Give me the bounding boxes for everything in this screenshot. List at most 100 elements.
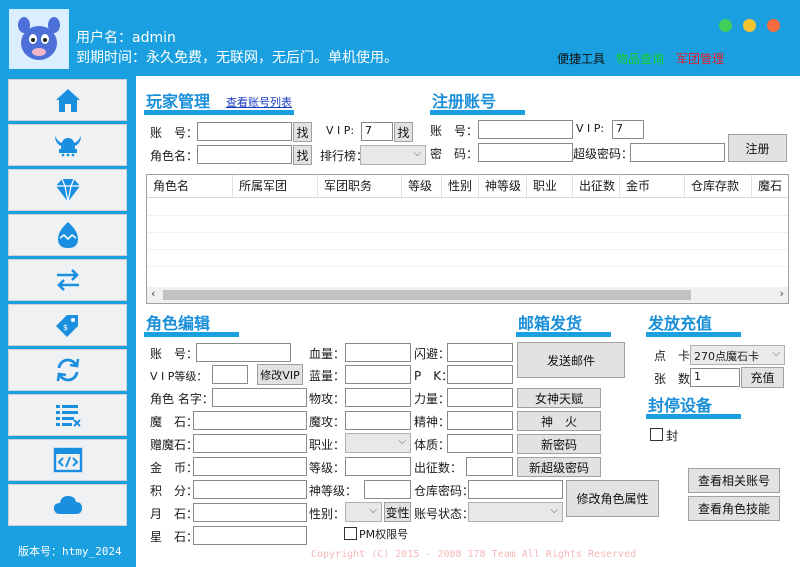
account-status-select[interactable]: ⌵ [468,502,563,522]
class-select[interactable]: ⌵ [345,433,411,453]
sidebar-item-egg[interactable] [8,214,127,256]
vip-input[interactable]: 7 [361,122,393,141]
minimize-button[interactable] [743,19,756,32]
recharge-button[interactable]: 充值 [741,367,784,388]
role-name-edit-input[interactable] [212,388,307,407]
item-query-link[interactable]: 物品查询 [616,50,664,67]
avatar[interactable] [9,9,69,69]
diamond-icon [55,178,80,203]
constitution-input[interactable] [447,434,513,453]
find-vip-button[interactable]: 找 [394,122,413,142]
mp-input[interactable] [345,365,411,384]
ban-checkbox[interactable] [650,428,663,441]
change-gender-button[interactable]: 变性 [384,502,411,522]
spirit-input[interactable] [447,411,513,430]
col-magic-stone[interactable]: 魔石 [752,175,788,198]
horizontal-scrollbar[interactable]: ‹ › [147,287,788,303]
sidebar-item-list[interactable] [8,394,127,436]
tools-link[interactable]: 便捷工具 [557,50,605,67]
new-super-password-button[interactable]: 新超级密码 [517,457,601,477]
rank-select[interactable]: ⌵ [360,145,426,165]
gold-input[interactable] [193,457,307,476]
col-level[interactable]: 等级 [402,175,442,198]
player-manage-title: 玩家管理 [146,92,211,111]
register-vip-input[interactable]: 7 [612,120,644,139]
scroll-right-icon[interactable]: › [780,287,784,300]
header-bar: 用户名：admin 到期时间：永久免费，无联网，无后门。单机使用。 便捷工具 物… [0,0,800,76]
moon-stone-label: 月 石： [150,507,199,521]
list-icon [55,405,81,427]
gender-select[interactable]: ⌵ [345,502,382,522]
moon-stone-input[interactable] [193,503,307,522]
class-label: 职业： [309,438,346,452]
card-select[interactable]: 270点魔石卡 ⌵ [690,345,785,365]
account-input[interactable] [197,122,292,141]
expedition-input[interactable] [466,457,513,476]
player-table[interactable]: 角色名 所属军团 军团职务 等级 性别 神等级 职业 出征数 金币 仓库存款 魔… [146,174,789,304]
register-account-label: 账 号： [430,124,479,138]
magic-stone-input[interactable] [193,411,307,430]
register-password-label: 密 码： [430,147,479,161]
view-account-list-link[interactable]: 查看账号列表 [226,94,292,110]
egg-icon [57,222,78,248]
view-related-accounts-button[interactable]: 查看相关账号 [688,468,780,493]
super-password-input[interactable] [630,143,725,162]
storage-password-label: 仓库密码： [414,484,475,498]
level-input[interactable] [345,457,411,476]
register-button[interactable]: 注册 [728,134,787,162]
sidebar-item-cloud[interactable] [8,484,127,526]
scroll-left-icon[interactable]: ‹ [151,287,155,300]
hp-input[interactable] [345,343,411,362]
pk-input[interactable] [447,365,513,384]
table-row [147,266,788,267]
legion-manage-link[interactable]: 军团管理 [676,50,724,67]
col-gold[interactable]: 金币 [620,175,685,198]
close-button[interactable] [767,19,780,32]
magic-atk-input[interactable] [345,411,411,430]
col-god-level[interactable]: 神等级 [479,175,527,198]
scrollbar-thumb[interactable] [163,290,691,300]
maximize-button[interactable] [719,19,732,32]
sidebar-item-home[interactable] [8,79,127,121]
col-legion-role[interactable]: 军团职务 [318,175,402,198]
strength-input[interactable] [447,388,513,407]
view-role-skills-button[interactable]: 查看角色技能 [688,496,780,521]
new-password-button[interactable]: 新密码 [517,434,601,454]
find-role-button[interactable]: 找 [293,145,312,165]
col-role-name[interactable]: 角色名 [147,175,233,198]
sidebar-item-tag[interactable]: $ [8,304,127,346]
god-level-input[interactable] [364,480,411,499]
register-account-input[interactable] [478,120,573,139]
account-status-label: 账号状态： [414,507,475,521]
sidebar-item-diamond[interactable] [8,169,127,211]
sidebar-item-transfer[interactable] [8,259,127,301]
points-input[interactable] [193,480,307,499]
divine-fire-button[interactable]: 神 火 [517,411,601,431]
modify-role-attr-button[interactable]: 修改角色属性 [566,480,659,517]
gift-stone-input[interactable] [193,434,307,453]
col-legion[interactable]: 所属军团 [233,175,318,198]
register-password-input[interactable] [478,143,573,162]
role-edit-underline [144,332,239,337]
dodge-input[interactable] [447,343,513,362]
col-gender[interactable]: 性别 [442,175,479,198]
send-mail-button[interactable]: 发送邮件 [517,342,625,378]
role-name-input[interactable] [197,145,292,164]
sidebar-item-refresh[interactable] [8,349,127,391]
col-expedition[interactable]: 出征数 [573,175,620,198]
vip-level-input[interactable] [212,365,248,384]
goddess-talent-button[interactable]: 女神天赋 [517,388,601,408]
col-storage[interactable]: 仓库存款 [685,175,752,198]
chevron-down-icon: ⌵ [772,348,780,359]
pm-permission-checkbox[interactable] [344,527,357,540]
col-class[interactable]: 职业 [527,175,573,198]
count-input[interactable]: 1 [690,368,740,387]
find-account-button[interactable]: 找 [293,122,312,142]
phys-atk-input[interactable] [345,388,411,407]
star-stone-input[interactable] [193,526,307,545]
sidebar-item-players[interactable] [8,124,127,166]
sidebar-item-code[interactable] [8,439,127,481]
storage-password-input[interactable] [468,480,563,499]
edit-account-input[interactable] [196,343,291,362]
modify-vip-button[interactable]: 修改VIP [257,364,303,385]
